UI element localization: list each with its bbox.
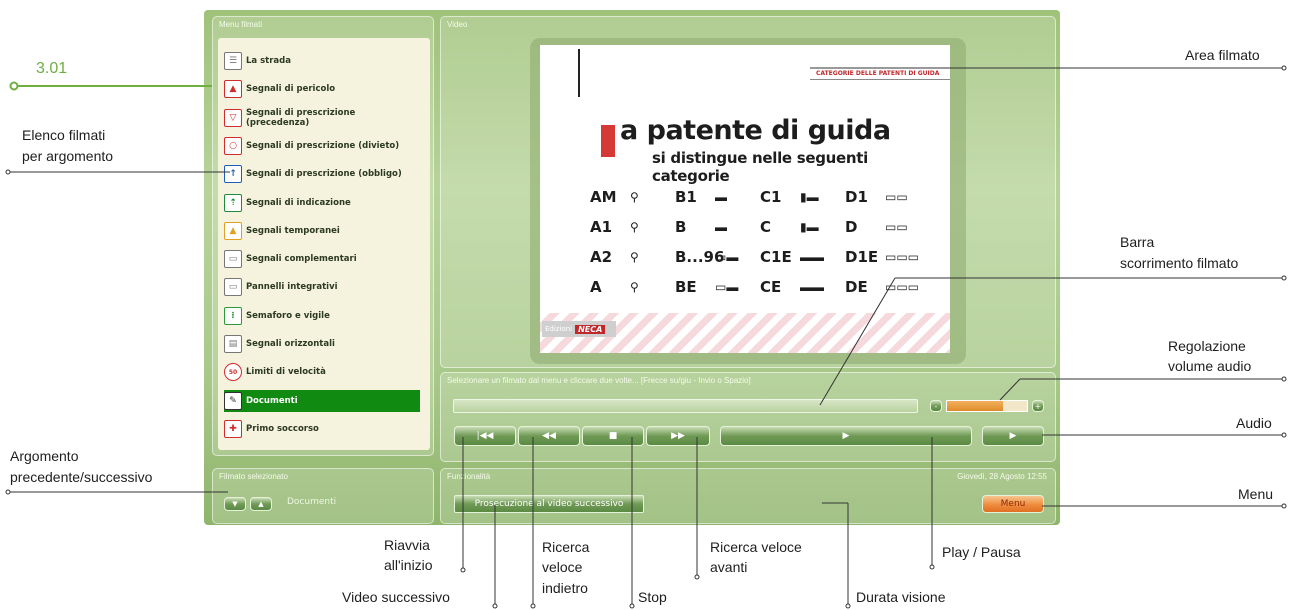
callout-riavvia-2: all'inizio: [384, 557, 433, 573]
callout-ricerca-ind-1: Ricerca: [542, 539, 590, 555]
callout-durata: Durata visione: [856, 589, 946, 605]
callout-ricerca-av-1: Ricerca veloce: [710, 539, 802, 555]
callout-video-successivo: Video successivo: [342, 589, 450, 605]
callout-volume-1: Regolazione: [1168, 338, 1246, 354]
callout-ricerca-ind-2: veloce: [542, 559, 583, 575]
callout-menu: Menu: [1238, 486, 1274, 502]
callout-argomento-2: precedente/successivo: [10, 469, 153, 485]
callout-play-pausa: Play / Pausa: [942, 544, 1021, 560]
callout-stop: Stop: [638, 589, 667, 605]
callout-volume-2: volume audio: [1168, 358, 1252, 374]
callout-ricerca-ind-3: indietro: [542, 580, 588, 596]
callout-argomento-1: Argomento: [10, 448, 79, 464]
callout-barra-1: Barra: [1120, 234, 1155, 250]
callout-elenco-1: Elenco filmati: [22, 127, 106, 143]
callout-ricerca-av-2: avanti: [710, 559, 748, 575]
section-number: 3.01: [36, 60, 68, 77]
callout-barra-2: scorrimento filmato: [1120, 255, 1239, 271]
callout-lines: [5, 65, 1287, 609]
callout-riavvia-1: Riavvia: [384, 537, 430, 553]
callout-audio: Audio: [1236, 415, 1272, 431]
callout-area-filmato: Area filmato: [1185, 47, 1260, 63]
callout-elenco-2: per argomento: [22, 148, 114, 164]
